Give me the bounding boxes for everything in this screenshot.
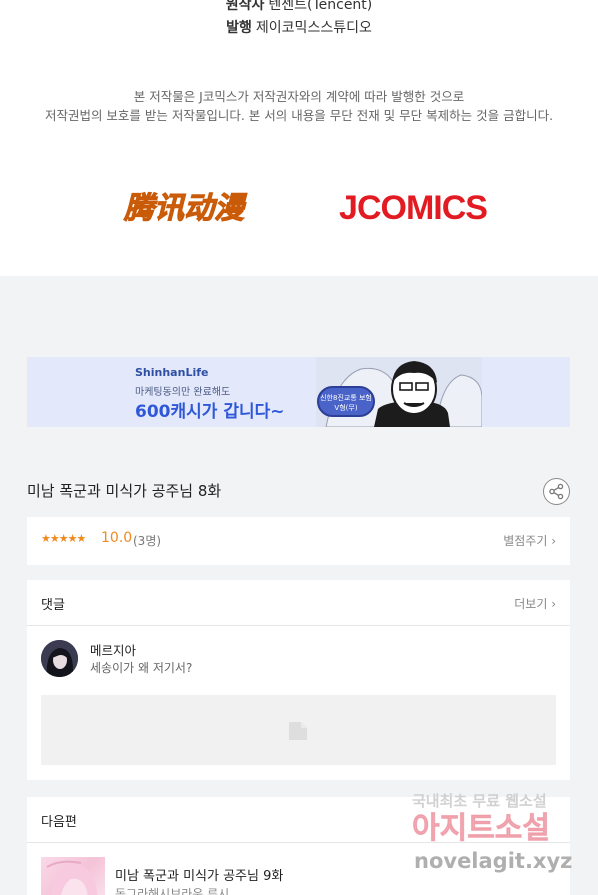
comment-image-placeholder[interactable] — [41, 695, 556, 765]
ad-banner[interactable]: ShinhanLife 마케팅동의만 완료해도 600캐시가 갑니다~ 신한8진… — [27, 357, 570, 427]
comments-more-button[interactable]: 더보기 › — [514, 595, 556, 612]
share-icon — [549, 483, 564, 500]
next-episode-title: 미남 폭군과 미식가 공주님 9화 — [115, 869, 284, 884]
svg-text:국내최초 무료 웹소설: 국내최초 무료 웹소설 — [412, 792, 547, 810]
credit-author: 원작사 텐센트(Tencent) — [225, 0, 373, 13]
episode-title: 미남 폭군과 미식가 공주님 8화 — [27, 482, 222, 500]
rating-votes: (3명) — [133, 534, 162, 548]
avatar[interactable] — [41, 640, 78, 677]
thumbnail-image — [46, 860, 98, 895]
svg-text:腾讯动漫: 腾讯动漫 — [123, 191, 248, 226]
jcomics-logo: JCOMICS — [339, 189, 488, 227]
comments-title: 댓글 — [41, 598, 65, 613]
comment-text: 세송이가 왜 저기서? — [90, 661, 193, 675]
credit-publisher: 발행 제이코믹스스튜디오 — [226, 20, 372, 36]
share-button[interactable] — [543, 478, 570, 505]
rating-card: ★★★★★ 10.0 (3명) 별점주기 › — [27, 517, 570, 565]
svg-text:novelagit.xyz: novelagit.xyz — [414, 849, 572, 873]
site-watermark: 국내최초 무료 웹소설 아지트소설 novelagit.xyz — [412, 792, 572, 873]
banner-subtext: 마케팅동의만 완료해도 — [135, 387, 231, 398]
rating-score: 10.0 — [101, 530, 133, 546]
user-avatar-image — [41, 640, 78, 677]
comments-header: 댓글 더보기 › — [27, 580, 570, 626]
rate-button[interactable]: 별점주기 › — [503, 532, 556, 549]
svg-text:JCOMICS: JCOMICS — [339, 189, 487, 227]
comment-author: 메르지아 — [90, 643, 137, 658]
copyright-notice-line1: 본 저작물은 J코믹스가 저작권자와의 계약에 따라 발행한 것으로 — [133, 89, 465, 104]
svg-text:아지트소설: 아지트소설 — [412, 811, 550, 846]
copyright-notice-line2: 저작권법의 보호를 받는 저작물입니다. 본 서의 내용을 무단 전재 및 무단… — [44, 108, 554, 123]
banner-brand: ShinhanLife — [135, 366, 209, 379]
next-episode-thumbnail[interactable] — [41, 857, 105, 895]
next-episode-title-label: 다음편 — [41, 815, 77, 830]
banner-headline: 600캐시가 갑니다~ — [135, 402, 285, 422]
rating-stars: ★★★★★ — [41, 532, 86, 545]
tencent-comics-logo: 腾讯动漫 — [123, 191, 249, 227]
image-placeholder-icon — [289, 722, 307, 740]
comments-card: 댓글 더보기 › 메르지아 세송이가 왜 저기서? — [27, 580, 570, 780]
credits-section: 원작사 텐센트(Tencent) 발행 제이코믹스스튜디오 본 저작물은 J코믹스가… — [0, 0, 598, 276]
next-episode-author: 동그라해시브라운 루시 — [115, 887, 230, 895]
banner-badge: 신한8진교통 보험V형(무) — [317, 386, 375, 417]
